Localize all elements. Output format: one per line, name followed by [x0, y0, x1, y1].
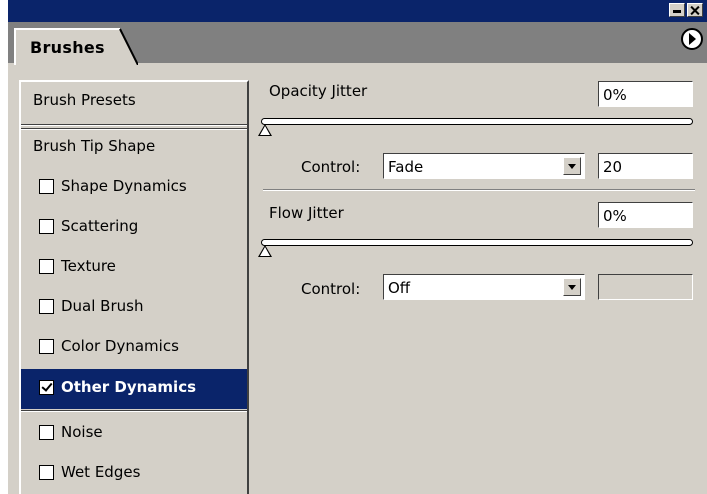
sidebar-item-brush-tip-shape[interactable]: Brush Tip Shape [21, 128, 247, 168]
opacity-control-value: Fade [388, 158, 424, 176]
tab-brushes-label: Brushes [30, 38, 105, 57]
sidebar-item-label: Scattering [61, 217, 139, 235]
divider [21, 410, 247, 412]
sidebar-item-label: Texture [61, 257, 116, 275]
flow-control-value: Off [388, 279, 411, 297]
panel-titlebar[interactable] [8, 0, 707, 22]
sidebar-item-color-dynamics[interactable]: Color Dynamics [21, 328, 247, 368]
sidebar-item-label: Brush Presets [33, 91, 136, 109]
chevron-down-icon[interactable] [563, 278, 581, 296]
sidebar-item-label: Wet Edges [61, 463, 141, 481]
opacity-jitter-slider[interactable] [261, 118, 693, 125]
sidebar-item-dual-brush[interactable]: Dual Brush [21, 288, 247, 328]
opacity-jitter-field[interactable]: 0% [598, 81, 693, 107]
checkbox-icon[interactable] [39, 299, 54, 314]
checkbox-icon[interactable] [39, 425, 54, 440]
flow-jitter-slider-thumb-icon[interactable] [258, 245, 272, 257]
opacity-fade-steps-value: 20 [603, 158, 623, 176]
close-icon[interactable] [687, 3, 703, 17]
sidebar-item-label: Noise [61, 423, 103, 441]
chevron-down-icon[interactable] [563, 157, 581, 175]
flow-jitter-value: 0% [603, 207, 627, 225]
opacity-jitter-label: Opacity Jitter [269, 82, 368, 100]
sidebar-item-label: Brush Tip Shape [33, 137, 156, 155]
flow-jitter-slider[interactable] [261, 239, 693, 246]
brushes-panel: Brushes Brush Presets Brush Tip Shape Sh… [8, 0, 707, 494]
tab-strip: Brushes [8, 22, 707, 65]
flow-jitter-label: Flow Jitter [269, 204, 344, 222]
sidebar-item-shape-dynamics[interactable]: Shape Dynamics [21, 168, 247, 208]
flow-control-select[interactable]: Off [383, 274, 585, 300]
checkbox-icon[interactable] [39, 219, 54, 234]
opacity-control-select[interactable]: Fade [383, 153, 585, 179]
checkbox-icon[interactable] [39, 465, 54, 480]
sidebar-item-wet-edges[interactable]: Wet Edges [21, 454, 247, 494]
brush-settings-list: Brush Presets Brush Tip Shape Shape Dyna… [19, 80, 249, 494]
tab-brushes[interactable]: Brushes [14, 28, 138, 65]
sidebar-item-scattering[interactable]: Scattering [21, 208, 247, 248]
sidebar-item-label: Shape Dynamics [61, 177, 187, 195]
sidebar-item-label: Dual Brush [61, 297, 144, 315]
divider [21, 124, 247, 126]
checkbox-icon[interactable] [39, 259, 54, 274]
left-margin [0, 0, 8, 494]
sidebar-item-noise[interactable]: Noise [21, 414, 247, 454]
opacity-control-label: Control: [301, 158, 361, 176]
checkbox-icon[interactable] [39, 179, 54, 194]
flow-fade-steps-field [598, 274, 693, 300]
flyout-menu-icon[interactable] [681, 28, 703, 50]
opacity-jitter-slider-thumb-icon[interactable] [258, 124, 272, 136]
sidebar-item-brush-presets[interactable]: Brush Presets [21, 82, 247, 122]
checkbox-checked-icon[interactable] [39, 380, 54, 395]
sidebar-item-texture[interactable]: Texture [21, 248, 247, 288]
flow-jitter-field[interactable]: 0% [598, 202, 693, 228]
section-divider [263, 189, 695, 191]
sidebar-item-label: Other Dynamics [61, 378, 197, 396]
sidebar-item-other-dynamics[interactable]: Other Dynamics [21, 369, 247, 409]
sidebar-item-label: Color Dynamics [61, 337, 179, 355]
opacity-jitter-value: 0% [603, 86, 627, 104]
minimize-icon[interactable] [669, 3, 685, 17]
flow-control-label: Control: [301, 280, 361, 298]
checkbox-icon[interactable] [39, 339, 54, 354]
opacity-fade-steps-field[interactable]: 20 [598, 153, 693, 179]
